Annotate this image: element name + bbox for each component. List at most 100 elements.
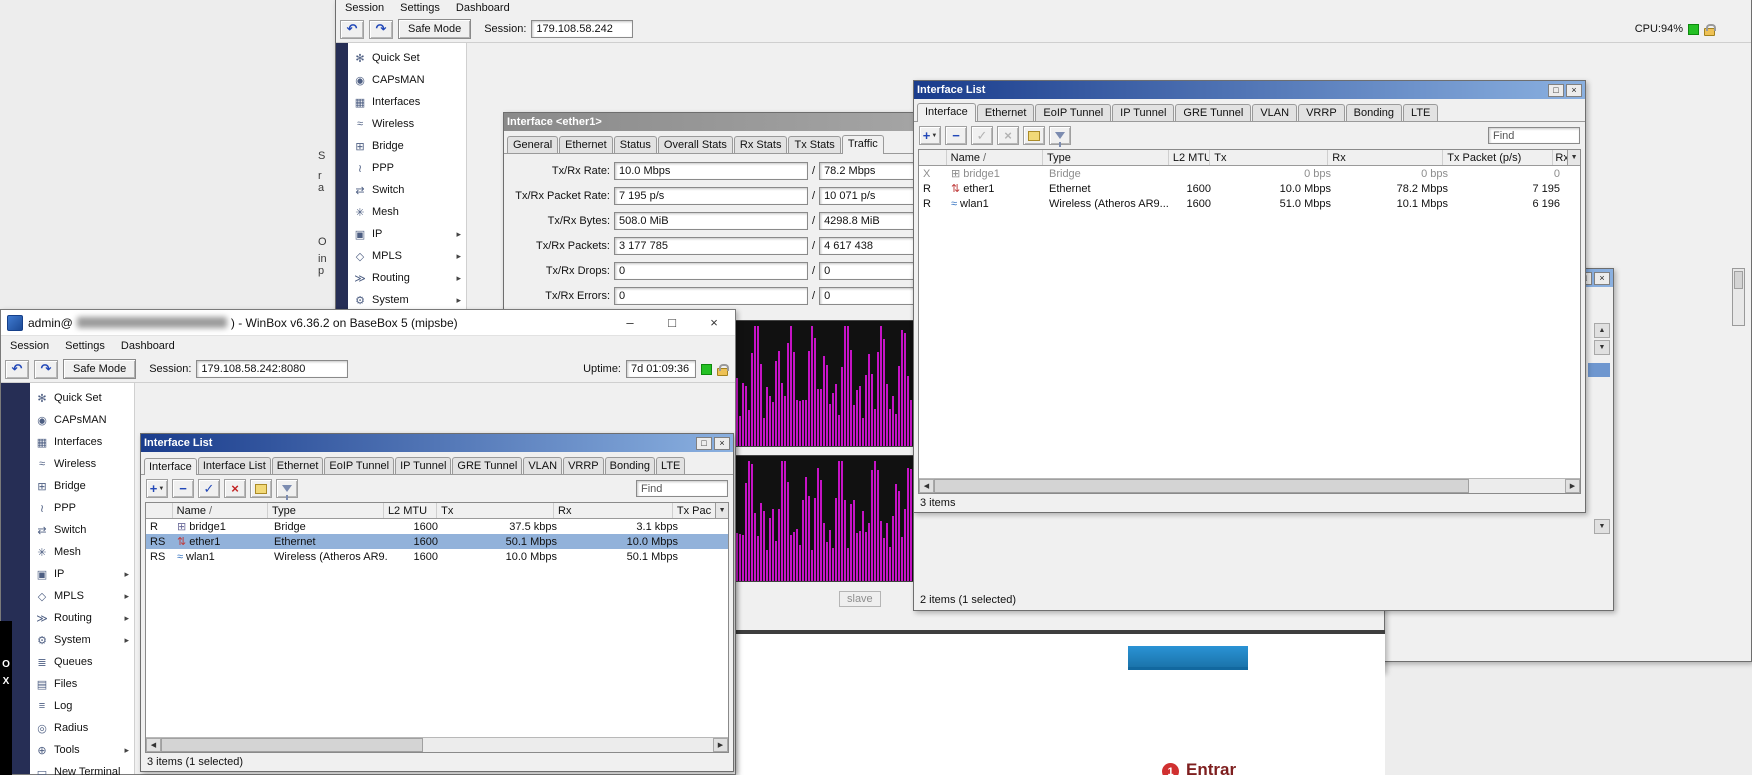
remove-button[interactable]: −	[172, 479, 194, 498]
column-rx[interactable]: Rx	[1328, 150, 1444, 165]
sidebar-item-mpls[interactable]: ◇ MPLS ▸	[30, 585, 134, 607]
sidebar-item-files[interactable]: ▤ Files	[30, 673, 134, 695]
tab-ip-tunnel[interactable]: IP Tunnel	[1112, 104, 1175, 121]
menu-dashboard[interactable]: Dashboard	[449, 1, 517, 15]
window-titlebar[interactable]: Interface List □ ×	[141, 434, 733, 452]
interface-row[interactable]: X ⊞ bridge1 Bridge 0 bps 0 bps 0	[919, 166, 1580, 181]
tab-status[interactable]: Status	[613, 136, 657, 153]
find-input[interactable]: Find	[1488, 127, 1580, 144]
menu-session[interactable]: Session	[338, 1, 391, 15]
padlock-icon[interactable]	[1704, 23, 1716, 36]
column-l2mtu[interactable]: L2 MTU	[1169, 150, 1211, 165]
sidebar-item-wireless[interactable]: ≈ Wireless	[30, 453, 134, 475]
maximize-button[interactable]: □	[1548, 83, 1564, 97]
session-input[interactable]: 179.108.58.242:8080	[196, 360, 349, 378]
scrollbar-thumb[interactable]	[161, 738, 423, 752]
sidebar-item-capsman[interactable]: ◉ CAPsMAN	[348, 69, 466, 91]
column-type[interactable]: Type	[1043, 150, 1169, 165]
enable-button[interactable]: ✓	[971, 126, 993, 145]
sidebar-item-quick-set[interactable]: ✻ Quick Set	[348, 47, 466, 69]
disable-button[interactable]: ×	[224, 479, 246, 498]
close-button[interactable]: ×	[1566, 83, 1582, 97]
interface-row[interactable]: R ⇅ ether1 Ethernet 1600 10.0 Mbps 78.2 M…	[919, 181, 1580, 196]
sidebar-item-ip[interactable]: ▣ IP ▸	[30, 563, 134, 585]
tab-tx-stats[interactable]: Tx Stats	[788, 136, 841, 153]
tab-lte[interactable]: LTE	[656, 457, 686, 474]
column-select-button[interactable]: ▼	[715, 503, 728, 518]
entrar-link[interactable]: Entrar	[1186, 760, 1236, 775]
tx-rate-field[interactable]: 10.0 Mbps	[614, 162, 808, 180]
horizontal-scrollbar[interactable]: ◀ ▶	[146, 737, 728, 752]
scroll-right-button[interactable]: ▶	[1565, 479, 1580, 493]
menu-settings[interactable]: Settings	[393, 1, 447, 15]
tx-packet-rate-field[interactable]: 7 195 p/s	[614, 187, 808, 205]
close-button[interactable]: ×	[714, 436, 730, 450]
column-flags[interactable]	[919, 150, 947, 165]
web-blue-button[interactable]	[1128, 646, 1248, 670]
sidebar-item-mesh[interactable]: ✳ Mesh	[30, 541, 134, 563]
sidebar-item-mpls[interactable]: ◇ MPLS ▸	[348, 245, 466, 267]
tab-ethernet[interactable]: Ethernet	[559, 136, 613, 153]
scroll-down-button[interactable]: ▼	[1594, 340, 1610, 355]
filter-button[interactable]	[276, 479, 298, 500]
interface-row[interactable]: R ⊞ bridge1 Bridge 1600 37.5 kbps 3.1 kbp…	[146, 519, 728, 534]
sidebar-item-log[interactable]: ≡ Log	[30, 695, 134, 717]
sidebar-item-wireless[interactable]: ≈ Wireless	[348, 113, 466, 135]
sidebar-item-mesh[interactable]: ✳ Mesh	[348, 201, 466, 223]
undo-button[interactable]: ↶	[340, 19, 364, 39]
column-tx-packet[interactable]: Tx Pac	[673, 503, 715, 518]
scrollbar-track[interactable]	[423, 738, 713, 752]
tx-drops-field[interactable]: 0	[614, 262, 808, 280]
find-input[interactable]: Find	[636, 480, 728, 497]
column-name[interactable]: Name /	[947, 150, 1044, 165]
sidebar-item-interfaces[interactable]: ▦ Interfaces	[348, 91, 466, 113]
window-titlebar[interactable]: Interface List □ ×	[914, 81, 1585, 99]
horizontal-scrollbar[interactable]: ◀ ▶	[919, 478, 1580, 493]
scrollbar-thumb[interactable]	[1734, 271, 1743, 289]
tab-interface-list[interactable]: Interface List	[197, 457, 271, 474]
tab-gre-tunnel[interactable]: GRE Tunnel	[1175, 104, 1252, 121]
redo-button[interactable]: ↷	[369, 19, 393, 39]
tab-ethernet[interactable]: Ethernet	[976, 104, 1035, 121]
tab-eoip-tunnel[interactable]: EoIP Tunnel	[324, 457, 395, 474]
tab-overall-stats[interactable]: Overall Stats	[657, 136, 733, 153]
tx-errors-field[interactable]: 0	[614, 287, 808, 305]
scroll-left-button[interactable]: ◀	[146, 738, 161, 752]
tab-bonding[interactable]: Bonding	[604, 457, 656, 474]
scroll-right-button[interactable]: ▶	[713, 738, 728, 752]
sidebar-item-system[interactable]: ⚙ System ▸	[30, 629, 134, 651]
sidebar-item-radius[interactable]: ◎ Radius	[30, 717, 134, 739]
tab-interface[interactable]: Interface	[917, 103, 976, 122]
edge-scrollbar-fragment[interactable]	[1732, 268, 1745, 326]
padlock-icon[interactable]	[717, 363, 729, 376]
sidebar-item-system[interactable]: ⚙ System ▸	[348, 289, 466, 311]
tab-gre-tunnel[interactable]: GRE Tunnel	[452, 457, 523, 474]
remove-button[interactable]: −	[945, 126, 967, 145]
column-name[interactable]: Name /	[173, 503, 268, 518]
tab-eoip-tunnel[interactable]: EoIP Tunnel	[1035, 104, 1112, 121]
sidebar-item-queues[interactable]: ≣ Queues	[30, 651, 134, 673]
tx-bytes-field[interactable]: 508.0 MiB	[614, 212, 808, 230]
scrollbar-thumb[interactable]	[934, 479, 1469, 493]
sidebar-item-interfaces[interactable]: ▦ Interfaces	[30, 431, 134, 453]
column-tx[interactable]: Tx	[1210, 150, 1329, 165]
app-titlebar[interactable]: admin@ ) - WinBox v6.36.2 on BaseBox 5 (…	[1, 310, 735, 336]
tx-packets-field[interactable]: 3 177 785	[614, 237, 808, 255]
menu-settings[interactable]: Settings	[58, 339, 112, 353]
tab-bonding[interactable]: Bonding	[1345, 104, 1403, 121]
column-type[interactable]: Type	[268, 503, 384, 518]
sidebar-item-switch[interactable]: ⇄ Switch	[30, 519, 134, 541]
disable-button[interactable]: ×	[997, 126, 1019, 145]
interface-row[interactable]: RS ≈ wlan1 Wireless (Atheros AR9... 1600 …	[146, 549, 728, 564]
redo-button[interactable]: ↷	[34, 359, 58, 379]
column-l2mtu[interactable]: L2 MTU	[384, 503, 438, 518]
sidebar-item-routing[interactable]: ≫ Routing ▸	[348, 267, 466, 289]
sidebar-item-ip[interactable]: ▣ IP ▸	[348, 223, 466, 245]
maximize-button[interactable]: □	[651, 310, 693, 335]
column-tx-packet[interactable]: Tx Packet (p/s)	[1443, 150, 1554, 165]
column-select-button[interactable]: ▼	[1567, 150, 1580, 165]
safe-mode-button[interactable]: Safe Mode	[398, 19, 472, 39]
menu-dashboard[interactable]: Dashboard	[114, 339, 182, 353]
tab-vrrp[interactable]: VRRP	[1298, 104, 1345, 121]
interface-row[interactable]: R ≈ wlan1 Wireless (Atheros AR9... 1600 5…	[919, 196, 1580, 211]
